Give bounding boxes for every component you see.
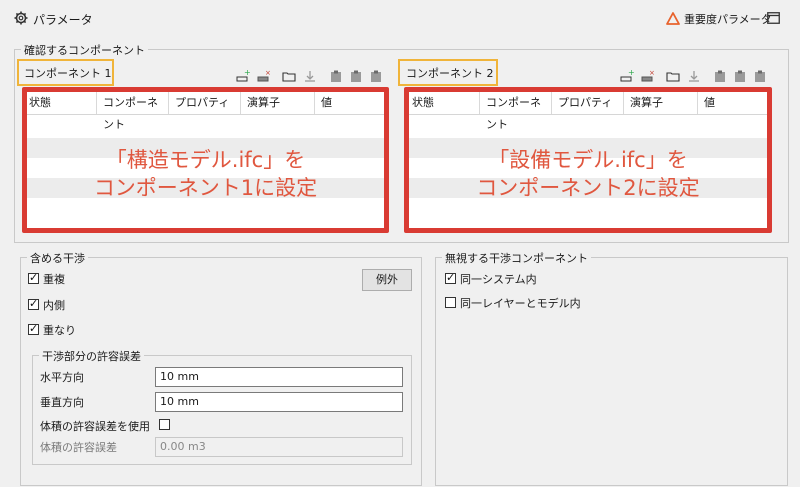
volume-tolerance-input: 0.00 m3 [155,437,403,457]
delete-row-icon[interactable]: × [641,69,655,83]
download-icon[interactable] [687,69,701,83]
ignore-interference-title: 無視する干渉コンポーネント [442,250,591,266]
same-system-checkbox[interactable] [445,271,456,284]
svg-text:+: + [628,69,634,77]
overlapping-checkbox[interactable] [28,322,39,335]
include-interference-title: 含める干渉 [27,250,88,266]
exception-button[interactable]: 例外 [362,269,412,291]
page-title: パラメータ [33,13,93,27]
clipboard-icon[interactable] [713,69,727,83]
inside-checkbox[interactable] [28,297,39,310]
horizontal-tolerance-input[interactable]: 10 mm [155,367,403,387]
components-group-title: 確認するコンポーネント [21,42,148,58]
clipboard-copy-icon[interactable] [733,69,747,83]
component-2-annotation: 「設備モデル.ifc」を コンポーネント2に設定 [476,148,700,200]
download-icon[interactable] [303,69,317,83]
ignore-interference-group: 無視する干渉コンポーネント [435,250,788,486]
vertical-label: 垂直方向 [40,396,84,409]
overlap-checkbox[interactable] [28,271,39,284]
add-row-icon[interactable]: + [236,68,251,83]
component-1-annotation: 「構造モデル.ifc」を コンポーネント1に設定 [93,148,318,200]
overlap-label: 重複 [43,273,65,286]
same-system-label: 同一システム内 [460,273,537,286]
add-row-icon[interactable]: + [620,68,635,83]
svg-text:×: × [265,69,271,77]
clipboard-paste-icon[interactable] [369,69,383,83]
svg-text:+: + [244,69,250,77]
open-folder-icon[interactable] [666,69,680,83]
overlapping-label: 重なり [43,324,76,337]
warning-triangle-icon[interactable] [666,11,680,25]
same-layer-model-label: 同一レイヤーとモデル内 [460,297,581,310]
volume-tolerance-label: 体積の許容誤差 [40,441,117,454]
clipboard-icon[interactable] [329,69,343,83]
component-1-label: コンポーネント 1 [24,67,112,80]
use-volume-tolerance-checkbox[interactable] [159,419,170,430]
tolerance-title: 干渉部分の許容誤差 [39,348,144,364]
clipboard-paste-icon[interactable] [753,69,767,83]
svg-text:×: × [649,69,655,77]
horizontal-label: 水平方向 [40,371,84,384]
vertical-tolerance-input[interactable]: 10 mm [155,392,403,412]
component-2-label: コンポーネント 2 [406,67,494,80]
inside-label: 内側 [43,299,65,312]
clipboard-copy-icon[interactable] [349,69,363,83]
use-volume-tolerance-label: 体積の許容誤差を使用 [40,420,150,433]
importance-parameters-link[interactable]: 重要度パラメータ [684,11,772,27]
gear-icon [14,11,28,25]
same-layer-model-checkbox[interactable] [445,297,456,308]
window-icon[interactable] [766,11,780,25]
open-folder-icon[interactable] [282,69,296,83]
delete-row-icon[interactable]: × [257,69,271,83]
